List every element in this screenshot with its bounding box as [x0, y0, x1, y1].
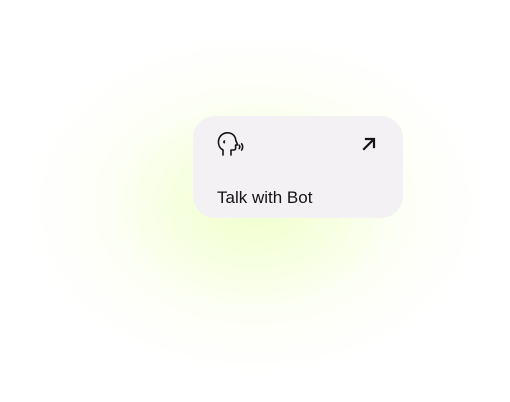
talking-head-icon	[215, 130, 245, 158]
arrow-up-right-icon[interactable]	[361, 136, 377, 152]
talk-with-bot-card[interactable]: Talk with Bot	[193, 116, 403, 218]
card-label: Talk with Bot	[217, 188, 313, 207]
